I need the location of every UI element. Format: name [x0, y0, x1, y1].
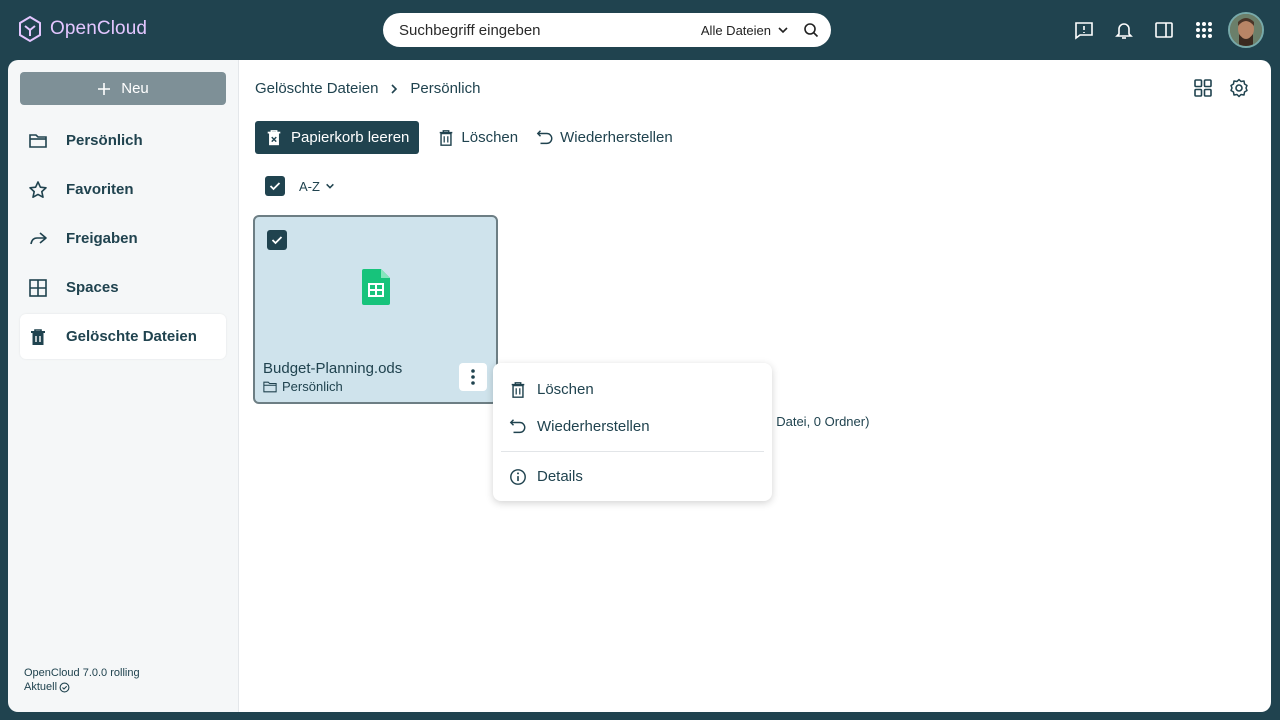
- sidebar-item-label: Freigaben: [66, 230, 138, 247]
- file-select-checkbox[interactable]: [267, 230, 287, 250]
- version-status: Aktuell: [24, 681, 58, 693]
- file-name[interactable]: Budget-Planning.ods: [263, 360, 402, 377]
- trash-x-icon: [267, 129, 281, 145]
- trash-icon: [440, 129, 453, 146]
- context-menu-delete-label: Löschen: [537, 381, 594, 398]
- bell-icon[interactable]: [1104, 10, 1144, 50]
- file-location[interactable]: Persönlich: [263, 379, 343, 394]
- top-bar: OpenCloud Alle Dateien: [0, 0, 1280, 60]
- context-menu-delete[interactable]: Löschen: [501, 371, 764, 408]
- feedback-icon[interactable]: [1064, 10, 1104, 50]
- empty-trash-label: Papierkorb leeren: [291, 129, 410, 146]
- context-menu-details[interactable]: Details: [501, 458, 764, 495]
- chevron-down-icon: [326, 183, 334, 189]
- file-tile[interactable]: Budget-Planning.ods Persönlich: [253, 215, 498, 404]
- search-icon[interactable]: [803, 22, 819, 38]
- restore-label: Wiederherstellen: [560, 129, 673, 146]
- chevron-down-icon: [778, 27, 788, 34]
- opencloud-logo-icon: [19, 15, 41, 43]
- delete-label: Löschen: [461, 129, 519, 146]
- spaces-icon: [29, 278, 47, 297]
- action-bar: Papierkorb leeren Löschen Wiederherstell…: [255, 121, 673, 154]
- grid-view-icon[interactable]: [1193, 78, 1213, 98]
- app-logo[interactable]: OpenCloud: [18, 15, 147, 43]
- empty-trash-button[interactable]: Papierkorb leeren: [255, 121, 420, 154]
- main-content: Gelöschte Dateien Persönlich Papierkorb …: [239, 60, 1271, 712]
- share-icon: [30, 231, 47, 244]
- file-actions-button[interactable]: [459, 363, 487, 391]
- sort-dropdown[interactable]: A-Z: [299, 179, 335, 194]
- sidebar-item-trash[interactable]: Gelöschte Dateien: [20, 314, 226, 359]
- breadcrumb: Gelöschte Dateien Persönlich: [255, 80, 480, 97]
- search-scope-label: Alle Dateien: [700, 22, 771, 38]
- sidebar-toggle-icon[interactable]: [1144, 10, 1184, 50]
- info-icon: [510, 468, 526, 485]
- context-menu-restore-label: Wiederherstellen: [537, 418, 650, 435]
- folder-icon: [29, 133, 47, 148]
- trash-icon: [31, 328, 45, 345]
- sidebar-item-label: Gelöschte Dateien: [66, 328, 197, 345]
- sidebar: Neu Persönlich Favoriten Freigaben Space…: [8, 60, 239, 712]
- new-button[interactable]: Neu: [20, 72, 226, 105]
- folder-icon: [263, 381, 277, 392]
- breadcrumb-item-trash[interactable]: Gelöschte Dateien: [255, 80, 378, 97]
- sidebar-nav: Persönlich Favoriten Freigaben Spaces Ge…: [20, 118, 226, 363]
- sidebar-item-label: Spaces: [66, 279, 119, 296]
- context-menu-restore[interactable]: Wiederherstellen: [501, 408, 764, 445]
- check-circle-icon: [59, 682, 70, 692]
- search-bar: Alle Dateien: [383, 13, 831, 47]
- selection-bar: A-Z: [265, 176, 335, 196]
- app-name: OpenCloud: [50, 18, 148, 39]
- app-grid-icon[interactable]: [1184, 10, 1224, 50]
- restore-icon: [509, 418, 526, 433]
- new-button-label: Neu: [121, 80, 149, 97]
- version-info: OpenCloud 7.0.0 rolling Aktuell: [24, 666, 140, 694]
- checkmark-icon: [269, 182, 281, 191]
- sidebar-item-spaces[interactable]: Spaces: [20, 265, 226, 310]
- more-vertical-icon: [471, 369, 475, 385]
- context-menu-details-label: Details: [537, 468, 583, 485]
- sidebar-item-personal[interactable]: Persönlich: [20, 118, 226, 163]
- context-menu-divider: [501, 451, 764, 452]
- checkmark-icon: [271, 236, 283, 245]
- restore-button[interactable]: Wiederherstellen: [536, 129, 673, 147]
- spreadsheet-file-icon: [362, 269, 390, 305]
- sidebar-item-shares[interactable]: Freigaben: [20, 216, 226, 261]
- sidebar-item-label: Persönlich: [66, 132, 143, 149]
- sidebar-item-favorites[interactable]: Favoriten: [20, 167, 226, 212]
- restore-icon: [536, 129, 553, 144]
- version-label: OpenCloud 7.0.0 rolling: [24, 667, 140, 679]
- context-menu: Löschen Wiederherstellen Details: [493, 363, 772, 501]
- delete-button[interactable]: Löschen: [437, 129, 518, 147]
- search-input[interactable]: [399, 21, 679, 39]
- settings-gear-icon[interactable]: [1229, 78, 1249, 98]
- file-location-label: Persönlich: [282, 379, 343, 394]
- sidebar-item-label: Favoriten: [66, 181, 134, 198]
- items-summary: . Datei, 0 Ordner): [769, 414, 870, 429]
- plus-icon: [98, 82, 111, 95]
- breadcrumb-item-personal[interactable]: Persönlich: [410, 80, 480, 97]
- star-icon: [29, 180, 47, 198]
- user-avatar[interactable]: [1228, 12, 1264, 48]
- view-controls: [1193, 78, 1249, 98]
- trash-icon: [511, 381, 525, 398]
- chevron-right-icon: [391, 83, 398, 94]
- search-scope-select[interactable]: Alle Dateien: [701, 23, 789, 38]
- top-icons: [1064, 10, 1264, 50]
- select-all-checkbox[interactable]: [265, 176, 285, 196]
- sort-label: A-Z: [299, 178, 320, 194]
